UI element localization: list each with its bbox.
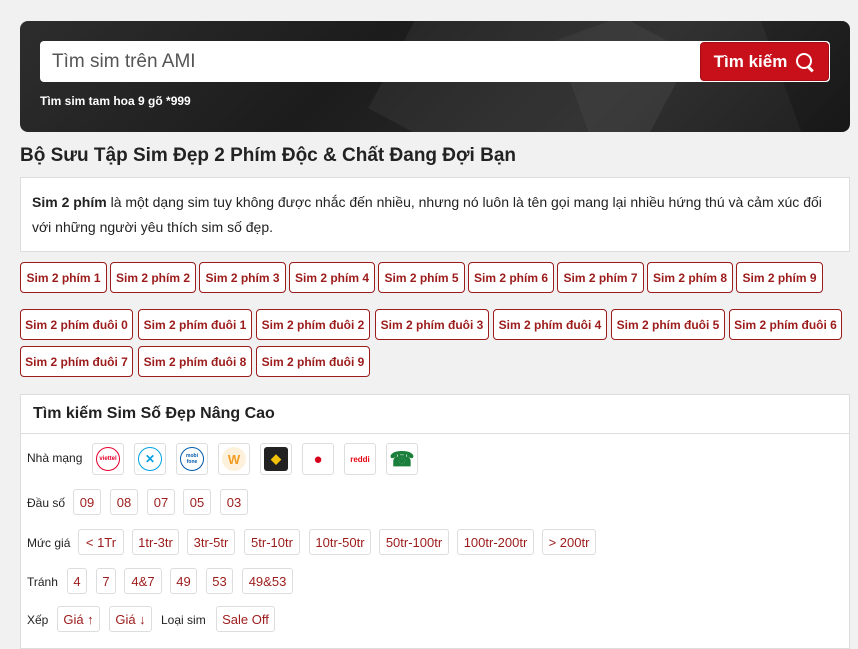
price-50tr-100tr[interactable]: 50tr-100tr bbox=[379, 529, 449, 555]
prefix-08[interactable]: 08 bbox=[110, 489, 138, 515]
prefix-05[interactable]: 05 bbox=[183, 489, 211, 515]
tag-sim-2-phim-duoi-3[interactable]: Sim 2 phím đuôi 3 bbox=[375, 309, 489, 340]
tag-sim-2-phim-duoi-6[interactable]: Sim 2 phím đuôi 6 bbox=[729, 309, 842, 340]
sort-price-desc[interactable]: Giá ↓ bbox=[109, 606, 152, 632]
sort-label: Xếp bbox=[27, 613, 49, 627]
search-button-label: Tìm kiếm bbox=[713, 51, 788, 71]
prefix-07[interactable]: 07 bbox=[147, 489, 175, 515]
sort-price-asc[interactable]: Giá ↑ bbox=[57, 606, 100, 632]
itelecom-icon: ● bbox=[313, 450, 323, 468]
price-100tr-200tr[interactable]: 100tr-200tr bbox=[457, 529, 534, 555]
search-input[interactable] bbox=[40, 41, 690, 82]
prefix-03[interactable]: 03 bbox=[220, 489, 248, 515]
tag-sim-2-phim-7[interactable]: Sim 2 phím 7 bbox=[557, 262, 644, 293]
landline-phone-icon: ☎ bbox=[389, 448, 415, 471]
network-gmobile[interactable]: ◆ bbox=[260, 443, 292, 475]
sim-type-label: Loại sim bbox=[161, 613, 206, 627]
network-itelecom[interactable]: ● bbox=[302, 443, 334, 475]
price-1tr-3tr[interactable]: 1tr-3tr bbox=[132, 529, 179, 555]
network-mobifone[interactable]: mobi fone bbox=[176, 443, 208, 475]
network-label: Nhà mạng bbox=[27, 451, 83, 465]
tag-sim-2-phim-duoi-9[interactable]: Sim 2 phím đuôi 9 bbox=[256, 346, 370, 377]
price-label: Mức giá bbox=[27, 536, 71, 550]
price-over-200tr[interactable]: > 200tr bbox=[542, 529, 596, 555]
tag-sim-2-phim-9[interactable]: Sim 2 phím 9 bbox=[736, 262, 823, 293]
sim-type-sale-off[interactable]: Sale Off bbox=[216, 606, 275, 632]
prefix-label: Đầu số bbox=[27, 496, 66, 510]
advanced-search-title: Tìm kiếm Sim Số Đẹp Nâng Cao bbox=[33, 405, 275, 422]
tag-sim-2-phim-8[interactable]: Sim 2 phím 8 bbox=[647, 262, 733, 293]
search-box: Tìm kiếm bbox=[40, 41, 830, 82]
price-10tr-50tr[interactable]: 10tr-50tr bbox=[309, 529, 371, 555]
avoid-4-and-7[interactable]: 4&7 bbox=[124, 568, 162, 594]
intro-bold: Sim 2 phím bbox=[32, 194, 107, 210]
tag-sim-2-phim-6[interactable]: Sim 2 phím 6 bbox=[468, 262, 554, 293]
search-hint: Tìm sim tam hoa 9 gõ *999 bbox=[40, 94, 191, 108]
wintel-icon: W bbox=[222, 447, 246, 471]
viettel-icon: viettel bbox=[96, 447, 120, 471]
avoid-7[interactable]: 7 bbox=[96, 568, 116, 594]
tag-sim-2-phim-3[interactable]: Sim 2 phím 3 bbox=[199, 262, 286, 293]
tag-sim-2-phim-5[interactable]: Sim 2 phím 5 bbox=[378, 262, 465, 293]
avoid-53[interactable]: 53 bbox=[206, 568, 233, 594]
tag-sim-2-phim-duoi-0[interactable]: Sim 2 phím đuôi 0 bbox=[20, 309, 133, 340]
mobifone-icon: mobi fone bbox=[180, 447, 204, 471]
search-button[interactable]: Tìm kiếm bbox=[700, 42, 829, 81]
tag-sim-2-phim-duoi-8[interactable]: Sim 2 phím đuôi 8 bbox=[138, 346, 252, 377]
tag-sim-2-phim-2[interactable]: Sim 2 phím 2 bbox=[110, 262, 196, 293]
tag-sim-2-phim-4[interactable]: Sim 2 phím 4 bbox=[289, 262, 375, 293]
tag-sim-2-phim-duoi-2[interactable]: Sim 2 phím đuôi 2 bbox=[256, 309, 370, 340]
network-wintel[interactable]: W bbox=[218, 443, 250, 475]
prefix-09[interactable]: 09 bbox=[73, 489, 101, 515]
search-hero: Tìm kiếm Tìm sim tam hoa 9 gõ *999 bbox=[20, 21, 850, 132]
network-viettel[interactable]: viettel bbox=[92, 443, 124, 475]
tag-sim-2-phim-duoi-7[interactable]: Sim 2 phím đuôi 7 bbox=[20, 346, 133, 377]
price-3tr-5tr[interactable]: 3tr-5tr bbox=[187, 529, 235, 555]
intro-text: Sim 2 phím là một dạng sim tuy không đượ… bbox=[20, 177, 850, 252]
price-5tr-10tr[interactable]: 5tr-10tr bbox=[244, 529, 300, 555]
network-vietnamobile[interactable]: ✕ bbox=[134, 443, 166, 475]
avoid-label: Tránh bbox=[27, 575, 58, 589]
gmobile-icon: ◆ bbox=[264, 447, 288, 471]
tag-sim-2-phim-duoi-5[interactable]: Sim 2 phím đuôi 5 bbox=[611, 309, 725, 340]
network-landline[interactable]: ☎ bbox=[386, 443, 418, 475]
avoid-49-and-53[interactable]: 49&53 bbox=[242, 568, 293, 594]
avoid-4[interactable]: 4 bbox=[67, 568, 87, 594]
page-title: Bộ Sưu Tập Sim Đẹp 2 Phím Độc & Chất Đan… bbox=[20, 145, 516, 166]
search-icon bbox=[795, 52, 815, 72]
tag-sim-2-phim-duoi-1[interactable]: Sim 2 phím đuôi 1 bbox=[138, 309, 252, 340]
tag-sim-2-phim-1[interactable]: Sim 2 phím 1 bbox=[20, 262, 107, 293]
network-reddi[interactable]: reddi bbox=[344, 443, 376, 475]
tag-sim-2-phim-duoi-4[interactable]: Sim 2 phím đuôi 4 bbox=[493, 309, 607, 340]
avoid-49[interactable]: 49 bbox=[170, 568, 197, 594]
divider bbox=[21, 433, 849, 434]
advanced-search-panel: Tìm kiếm Sim Số Đẹp Nâng Cao Nhà mạng vi… bbox=[20, 394, 850, 649]
intro-body: là một dạng sim tuy không được nhắc đến … bbox=[32, 194, 822, 235]
vietnamobile-icon: ✕ bbox=[138, 447, 162, 471]
reddi-icon: reddi bbox=[350, 454, 370, 464]
price-under-1tr[interactable]: < 1Tr bbox=[78, 529, 124, 555]
